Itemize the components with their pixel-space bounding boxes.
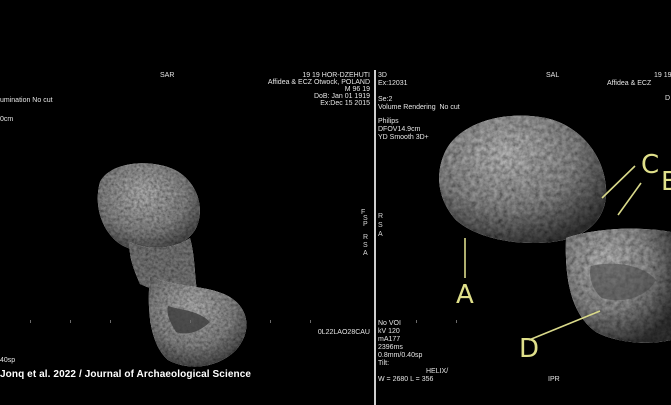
right-orient-a: A (378, 231, 383, 238)
right-corner-ipr: IPR (548, 376, 560, 383)
right-render-mode: Volume Rendering No cut (378, 104, 460, 111)
left-specimen-render (30, 163, 311, 367)
right-series: Se:2 (378, 96, 393, 103)
annotation-d: D (519, 334, 540, 364)
orientation-p: P (363, 221, 368, 228)
annotation-c: C (641, 150, 660, 180)
right-helix: HELIX/ (426, 368, 449, 375)
right-view-label: SAL (546, 72, 560, 79)
right-kv: kV 120 (378, 328, 400, 335)
right-voi: No VOI (378, 320, 401, 327)
black-top-area (0, 0, 671, 70)
orientation-a: A (363, 250, 368, 257)
left-3d-viewport[interactable]: SAR 19 19 HOR-DZEHUTI Affidea & ECZ Otwo… (0, 70, 374, 405)
right-patient-fragment: 19 19 (654, 72, 671, 79)
right-corner-d: D (665, 95, 671, 102)
left-scale-text: 0cm (0, 116, 14, 123)
right-institution-fragment: Affidea & ECZ (607, 80, 652, 87)
right-orient-r: R (378, 213, 384, 220)
orientation-s2: S (363, 242, 368, 249)
left-slice-text: 40sp (0, 357, 16, 364)
left-view-label: SAR (160, 72, 175, 79)
orientation-r: R (363, 234, 369, 241)
right-filter: YD Smooth 3D+ (378, 134, 429, 141)
right-window: W = 2680 L = 356 (378, 376, 434, 383)
left-angle-info: 0L22LAO28CAU (317, 329, 370, 336)
right-exam: Ex:12031 (378, 80, 408, 87)
right-3d-viewport[interactable]: SAL 19 19 Affidea & ECZ D 3D Ex:12031 Se… (376, 70, 671, 405)
left-mode-text: umination No cut (0, 97, 53, 104)
right-ma: mA177 (378, 336, 401, 343)
right-tilt: Tilt: (378, 360, 390, 367)
right-series-3d: 3D (378, 72, 387, 79)
right-vendor: Philips (378, 118, 399, 125)
right-thickness: 0.8mm/0.40sp (378, 352, 423, 359)
annotation-a: A (456, 280, 474, 310)
annotation-b: B (661, 167, 671, 197)
left-exam-date: Ex:Dec 15 2015 (320, 100, 370, 107)
source-credit: Jonq et al. 2022 / Journal of Archaeolog… (0, 369, 252, 380)
right-orient-s: S (378, 222, 383, 229)
right-time: 2396ms (378, 344, 403, 351)
right-dfov: DFOV14.9cm (378, 126, 421, 133)
